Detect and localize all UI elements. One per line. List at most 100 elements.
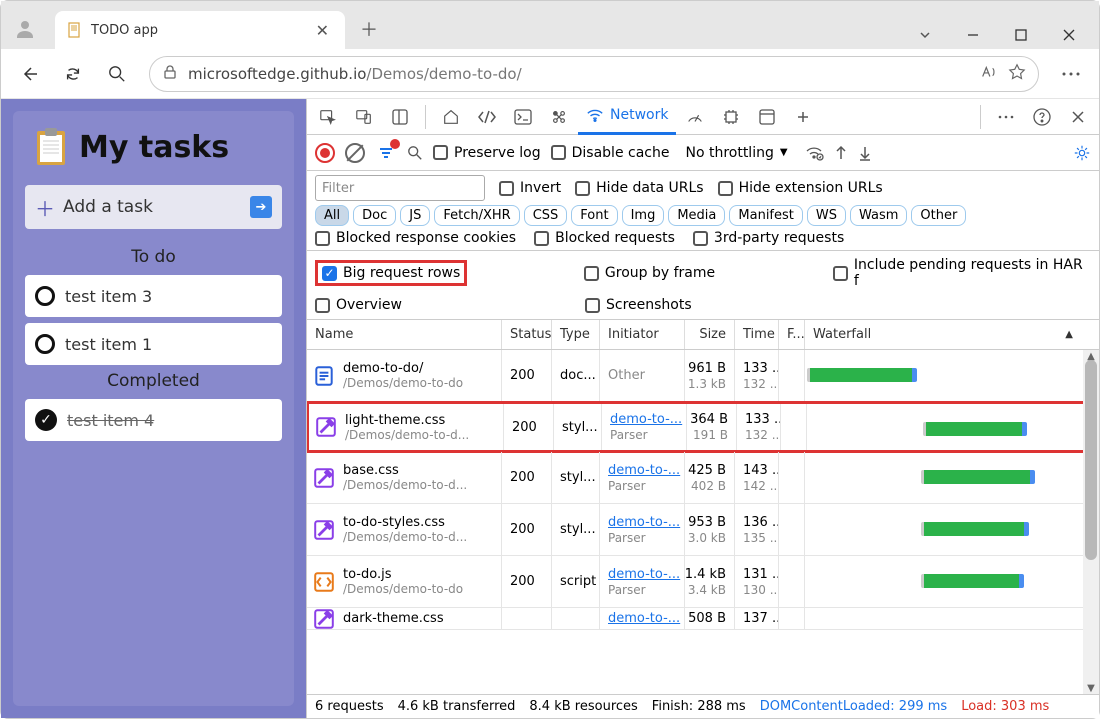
help-icon[interactable]: [1025, 101, 1059, 133]
group-by-frame-checkbox[interactable]: Group by frame: [584, 265, 833, 281]
hide-ext-urls-checkbox[interactable]: Hide extension URLs: [718, 180, 883, 196]
inspect-icon[interactable]: [311, 101, 345, 133]
address-bar[interactable]: microsoftedge.github.io/Demos/demo-to-do…: [149, 56, 1039, 92]
export-har-icon[interactable]: [858, 145, 872, 161]
filter-chip-fetch-xhr[interactable]: Fetch/XHR: [434, 205, 519, 226]
console-tab-icon[interactable]: [506, 101, 540, 133]
more-tabs-icon[interactable]: [786, 101, 820, 133]
network-conditions-icon[interactable]: [804, 144, 824, 162]
maximize-button[interactable]: [997, 21, 1045, 49]
col-name[interactable]: Name: [307, 320, 502, 349]
app-title: My tasks: [79, 130, 229, 165]
col-status[interactable]: Status: [502, 320, 552, 349]
col-initiator[interactable]: Initiator: [600, 320, 685, 349]
completed-section-header: Completed: [17, 371, 290, 391]
sources-tab-icon[interactable]: [542, 101, 576, 133]
filter-chip-js[interactable]: JS: [400, 205, 430, 226]
initiator-link[interactable]: demo-to-...: [608, 611, 680, 626]
filter-chip-img[interactable]: Img: [622, 205, 665, 226]
add-task-button[interactable]: ＋ Add a task ➔: [25, 185, 282, 229]
filter-chip-font[interactable]: Font: [571, 205, 617, 226]
filter-toggle-icon[interactable]: [375, 142, 397, 164]
search-icon[interactable]: [407, 145, 423, 161]
hide-data-urls-checkbox[interactable]: Hide data URLs: [575, 180, 703, 196]
file-type-icon: [315, 416, 337, 438]
close-window-button[interactable]: [1045, 21, 1093, 49]
close-tab-icon[interactable]: ✕: [312, 19, 333, 42]
favorite-icon[interactable]: [1008, 63, 1026, 85]
invert-checkbox[interactable]: Invert: [499, 180, 561, 196]
read-aloud-icon[interactable]: [980, 63, 998, 85]
blocked-cookies-checkbox[interactable]: Blocked response cookies: [315, 230, 516, 246]
task-done-icon[interactable]: ✓: [35, 409, 57, 431]
dock-icon[interactable]: [383, 101, 417, 133]
minimize-button[interactable]: [949, 21, 997, 49]
third-party-checkbox[interactable]: 3rd-party requests: [693, 230, 844, 246]
task-checkbox[interactable]: [35, 286, 55, 306]
more-tools-icon[interactable]: [989, 101, 1023, 133]
filter-chip-wasm[interactable]: Wasm: [850, 205, 907, 226]
record-button[interactable]: [315, 143, 335, 163]
network-row[interactable]: base.css/Demos/demo-to-d...200styl...dem…: [307, 452, 1099, 504]
add-task-label: Add a task: [63, 197, 242, 217]
task-item[interactable]: test item 1: [25, 323, 282, 365]
network-row[interactable]: light-theme.css/Demos/demo-to-d...200sty…: [307, 401, 1099, 453]
performance-tab-icon[interactable]: [678, 101, 712, 133]
initiator-link[interactable]: demo-to-...: [608, 567, 680, 582]
import-har-icon[interactable]: [834, 145, 848, 161]
file-type-icon: [313, 519, 335, 541]
task-item[interactable]: ✓test item 4: [25, 399, 282, 441]
initiator-link[interactable]: demo-to-...: [610, 412, 682, 427]
col-waterfall[interactable]: Waterfall▲: [805, 320, 1099, 349]
device-toggle-icon[interactable]: [347, 101, 381, 133]
lock-icon: [162, 64, 178, 84]
settings-menu-button[interactable]: [1051, 54, 1091, 94]
col-f[interactable]: F...: [779, 320, 805, 349]
gear-icon[interactable]: [1073, 144, 1091, 162]
blocked-requests-checkbox[interactable]: Blocked requests: [534, 230, 675, 246]
task-item[interactable]: test item 3: [25, 275, 282, 317]
scroll-down-icon[interactable]: ▼: [1083, 682, 1099, 694]
disable-cache-checkbox[interactable]: Disable cache: [551, 145, 670, 161]
network-row[interactable]: to-do.js/Demos/demo-to-do200scriptdemo-t…: [307, 556, 1099, 608]
submit-arrow-icon[interactable]: ➔: [250, 196, 272, 218]
close-devtools-icon[interactable]: [1061, 101, 1095, 133]
network-row[interactable]: dark-theme.cssdemo-to-...508 B137 ...: [307, 608, 1099, 630]
filter-chip-media[interactable]: Media: [668, 205, 725, 226]
elements-tab-icon[interactable]: [470, 101, 504, 133]
task-checkbox[interactable]: [35, 334, 55, 354]
clear-button[interactable]: [345, 143, 365, 163]
col-type[interactable]: Type: [552, 320, 600, 349]
col-size[interactable]: Size: [685, 320, 735, 349]
filter-chip-css[interactable]: CSS: [524, 205, 568, 226]
scrollbar[interactable]: ▲ ▼: [1083, 350, 1099, 694]
search-button[interactable]: [97, 54, 137, 94]
filter-chip-all[interactable]: All: [315, 205, 349, 226]
include-har-checkbox[interactable]: Include pending requests in HAR f: [833, 257, 1091, 289]
initiator-link[interactable]: demo-to-...: [608, 515, 680, 530]
filter-chip-doc[interactable]: Doc: [353, 205, 396, 226]
big-rows-checkbox[interactable]: ✓: [322, 266, 337, 281]
filter-input[interactable]: Filter: [315, 175, 485, 201]
throttling-select[interactable]: No throttling▼: [679, 143, 793, 163]
screenshots-checkbox[interactable]: Screenshots: [585, 297, 835, 313]
filter-chip-ws[interactable]: WS: [807, 205, 846, 226]
refresh-button[interactable]: [53, 54, 93, 94]
browser-tab[interactable]: TODO app ✕: [55, 11, 345, 49]
network-tab[interactable]: Network: [578, 99, 676, 135]
preserve-log-checkbox[interactable]: Preserve log: [433, 145, 541, 161]
filter-chip-manifest[interactable]: Manifest: [729, 205, 802, 226]
new-tab-button[interactable]: ＋: [351, 11, 387, 47]
tab-actions-icon[interactable]: [901, 21, 949, 49]
memory-tab-icon[interactable]: [714, 101, 748, 133]
filter-chip-other[interactable]: Other: [911, 205, 966, 226]
initiator-link[interactable]: demo-to-...: [608, 463, 680, 478]
application-tab-icon[interactable]: [750, 101, 784, 133]
network-row[interactable]: to-do-styles.css/Demos/demo-to-d...200st…: [307, 504, 1099, 556]
col-time[interactable]: Time: [735, 320, 779, 349]
profile-icon[interactable]: [7, 11, 43, 47]
welcome-tab-icon[interactable]: [434, 101, 468, 133]
network-row[interactable]: demo-to-do//Demos/demo-to-do200doc...Oth…: [307, 350, 1099, 402]
overview-checkbox[interactable]: Overview: [315, 297, 585, 313]
back-button[interactable]: [9, 54, 49, 94]
